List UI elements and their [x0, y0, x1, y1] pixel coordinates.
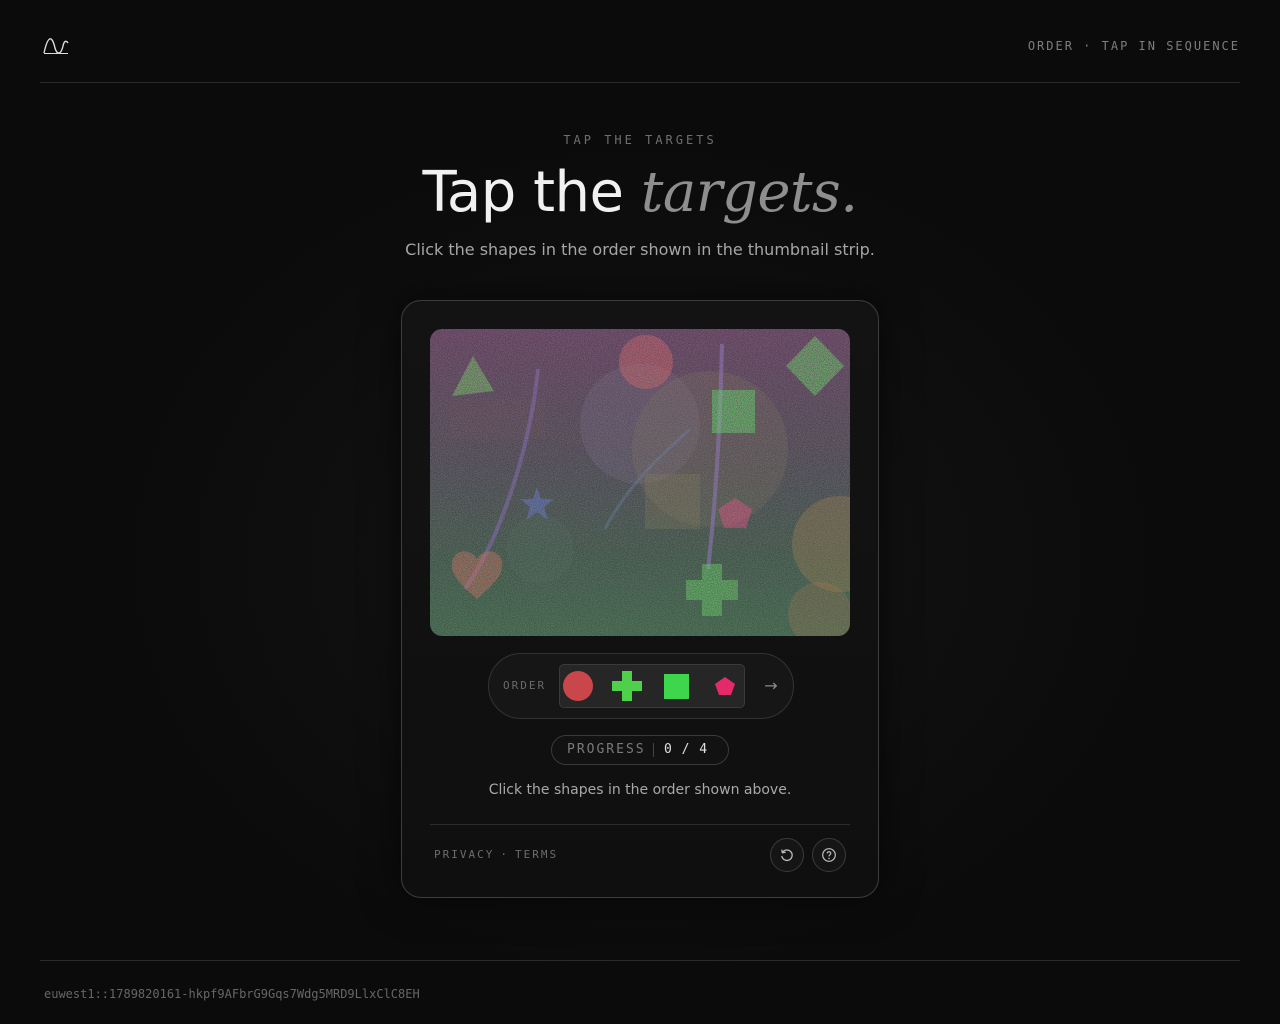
page-subtitle: Click the shapes in the order shown in t…: [405, 240, 875, 259]
order-strip-container: ORDER →: [488, 653, 794, 719]
help-icon: [822, 848, 836, 862]
order-label: ORDER: [503, 679, 547, 692]
progress-indicator: PROGRESS 0 / 4: [551, 735, 729, 765]
challenge-canvas[interactable]: [430, 329, 850, 636]
title-emphasis: targets.: [640, 160, 858, 225]
refresh-button[interactable]: [770, 838, 804, 872]
legal-links: PRIVACY · TERMS: [434, 848, 558, 861]
progress-divider: [653, 743, 654, 757]
eyebrow-label: TAP THE TARGETS: [563, 133, 717, 147]
thumb-green-square: [664, 674, 689, 699]
top-bar: ORDER · TAP IN SEQUENCE: [40, 0, 1240, 83]
progress-label: PROGRESS: [567, 742, 646, 757]
help-button[interactable]: [812, 838, 846, 872]
wave-logo-icon: [43, 38, 69, 54]
thumb-pink-pentagon: [715, 677, 735, 695]
card-divider: [430, 824, 850, 825]
link-separator: ·: [500, 848, 509, 861]
challenge-card: ORDER → PROGRESS 0 / 4 Click the shapes …: [401, 300, 879, 898]
mode-label: ORDER · TAP IN SEQUENCE: [1027, 39, 1240, 53]
thumbnail-strip: [559, 664, 745, 708]
page-title: Tap the targets.: [0, 158, 1280, 228]
thumb-green-cross: [612, 671, 642, 701]
arrow-right-icon[interactable]: →: [759, 674, 783, 698]
thumb-red-circle: [563, 671, 593, 701]
canvas-noise: [430, 329, 850, 636]
title-plain: Tap the: [422, 160, 624, 225]
terms-link[interactable]: TERMS: [515, 848, 558, 861]
refresh-icon: [781, 849, 793, 862]
progress-value: 0 / 4: [664, 742, 709, 757]
footer-divider: [40, 960, 1240, 961]
instruction-text: Click the shapes in the order shown abov…: [488, 782, 792, 798]
session-id: euwest1::1789820161-hkpf9AFbrG9Gqs7Wdg5M…: [44, 987, 420, 1001]
privacy-link[interactable]: PRIVACY: [434, 848, 494, 861]
